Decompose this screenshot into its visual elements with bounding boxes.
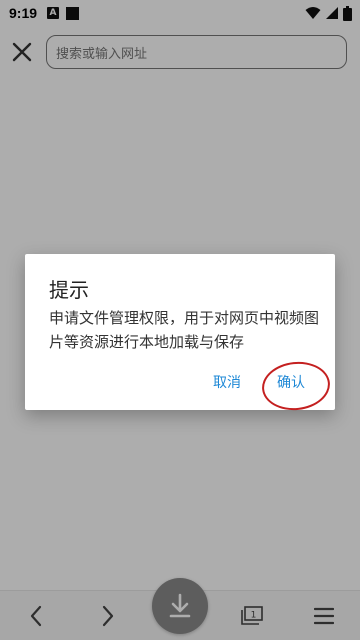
dialog-message: 申请文件管理权限，用于对网页中视频图片等资源进行本地加载与保存 [49, 309, 320, 351]
dialog-title: 提示 [49, 278, 89, 302]
cancel-button[interactable]: 取消 [209, 370, 245, 394]
